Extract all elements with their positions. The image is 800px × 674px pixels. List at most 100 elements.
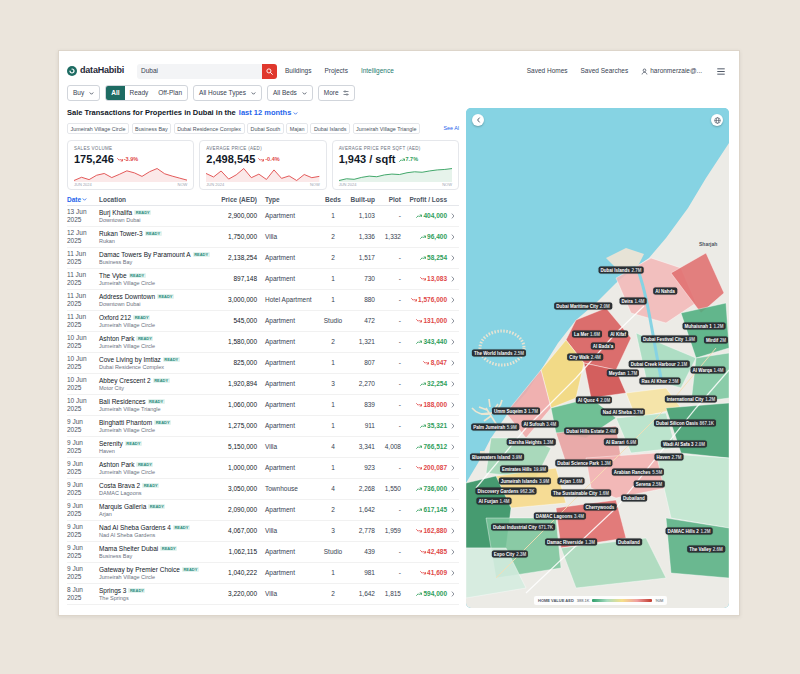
map-pin[interactable]: Emirates Hills19.9M [500,466,548,473]
area-chip[interactable]: Dubai Islands [310,123,350,134]
property-name[interactable]: Damac Towers By Paramount A [99,251,191,259]
period-dropdown[interactable]: last 12 months [239,107,299,118]
property-name[interactable]: Ashton Park [99,461,134,469]
map-pin[interactable]: Bluewaters Island3.9M [470,454,524,461]
map-pin[interactable]: Al Kifaf [608,331,628,338]
property-name[interactable]: Marquis Galleria [99,503,146,511]
map-pin[interactable]: Wadi Al Safa 32.0M [661,441,707,448]
map-pin[interactable]: Nad Al Sheba3.7M [601,409,645,416]
map-pin[interactable]: Muhaisnah 11.2M [683,323,726,330]
area-chip[interactable]: Dubai Residence Complex [174,123,245,134]
map-pin[interactable]: The Valley2.6M [687,546,725,553]
map-pin[interactable]: Dubai Hills Estate2.4M [564,428,618,435]
property-name[interactable]: Nad Al Sheba Gardens 4 [99,524,171,532]
map-pin[interactable]: International City1.2M [665,396,717,403]
map-pin[interactable]: Al Barari6.9M [604,439,638,446]
map-pin[interactable]: Ras Al Khor2.5M [639,378,680,385]
map-pin[interactable]: Dubai Industrial City671.7K [491,524,555,531]
map-pin[interactable]: Mirdif2M [704,337,728,344]
map-pin[interactable]: Discovery Gardens962.3K [475,488,536,495]
table-row[interactable]: 10 Jun2025Cove Living by ImtiazREADYDuba… [67,353,459,374]
filter-dropdown[interactable]: All House Types [193,85,262,101]
map-pin[interactable]: Umm Suqeim 31.7M [492,408,540,415]
property-name[interactable]: Bali Residences [99,398,146,406]
column-header[interactable]: Location [99,195,207,205]
property-name[interactable]: Binghatti Phantom [99,419,152,427]
table-row[interactable]: 9 Jun2025Nad Al Sheba Gardens 4READYNad … [67,521,459,542]
status-option[interactable]: Ready [125,86,154,100]
filter-dropdown[interactable]: All Beds [267,85,313,101]
property-name[interactable]: The Vybe [99,272,127,280]
table-row[interactable]: 13 Jun2025Burj KhalifaREADYDowntown Duba… [67,206,459,227]
map-pin[interactable]: DAMAC Hills 21.2M [666,528,713,535]
area-chip[interactable]: Jumeirah Village Triangle [353,123,420,134]
map-pin[interactable]: Dubai Science Park1.3M [555,460,612,467]
status-option[interactable]: Off-Plan [153,86,187,100]
map-pin[interactable]: Arjan1.6M [557,478,584,485]
table-row[interactable]: 9 Jun2025Marquis GalleriaREADYArjan2,090… [67,500,459,521]
area-chip[interactable]: Jumeirah Village Circle [67,123,129,134]
property-name[interactable]: Costa Brava 2 [99,482,140,490]
property-name[interactable]: Oxford 212 [99,314,131,322]
map-pin[interactable]: Jumeirah Islands3.9M [499,478,551,485]
map-pin[interactable]: Dubailand [621,495,647,502]
account-link[interactable]: Saved Homes [527,66,568,76]
search-field[interactable]: Dubai [137,64,262,79]
map-pin[interactable]: Cherrywoods [584,504,617,511]
table-row[interactable]: 9 Jun2025Costa Brava 2READYDAMAC Lagoons… [67,479,459,500]
area-chip[interactable]: Majan [286,123,308,134]
map-pin[interactable]: La Mer1.6M [572,331,602,338]
map-pin[interactable]: Dubai Maritime City2.0M [554,303,612,310]
map-pin[interactable]: Al Warqa1.4M [691,367,726,374]
map-pin[interactable]: Barsha Heights1.3M [507,439,556,446]
property-name[interactable]: Gateway by Premier Choice [99,566,180,574]
account-link[interactable]: Saved Searches [581,66,629,76]
map-pin[interactable]: Deira1.4M [620,298,647,305]
table-row[interactable]: 8 Jun2025Springs 3READYThe Springs3,220,… [67,584,459,605]
map-pin[interactable]: Al Furjan1.4M [476,498,511,505]
nav-link[interactable]: Buildings [285,66,311,76]
property-name[interactable]: Cove Living by Imtiaz [99,356,161,364]
search-button[interactable] [262,64,277,79]
menu-button[interactable] [717,68,725,75]
map-pin[interactable]: The World Islands2.5M [472,350,526,357]
map-pin[interactable]: Al Nahda [653,288,677,295]
table-row[interactable]: 12 Jun2025Rukan Tower-3READYRukan1,750,0… [67,227,459,248]
column-header[interactable]: Price (AED) [207,195,257,205]
map-pin[interactable]: The Sustainable City1.6M [551,490,611,497]
area-chip[interactable]: Dubai South [247,123,284,134]
table-row[interactable]: 9 Jun2025Binghatti PhantomREADYJumeirah … [67,416,459,437]
property-name[interactable]: Springs 3 [99,587,126,595]
map-style-button[interactable] [711,114,723,126]
map-pin[interactable]: Serena2.5M [634,481,665,488]
property-name[interactable]: Rukan Tower-3 [99,230,143,238]
see-all-link[interactable]: See Al [443,124,459,132]
map-pin[interactable]: Dubai Islands2.7M [599,267,644,274]
table-row[interactable]: 10 Jun2025Ashton ParkREADYJumeirah Villa… [67,332,459,353]
table-row[interactable]: 11 Jun2025Damac Towers By Paramount AREA… [67,248,459,269]
map[interactable]: SharjahDubai Islands2.7MAl NahdaDubai Ma… [466,108,729,608]
table-row[interactable]: 10 Jun2025Abbey Crescent 2READYMotor Cit… [67,374,459,395]
column-header[interactable]: Type [257,195,321,205]
nav-link[interactable]: Intelligence [361,66,394,76]
column-header[interactable]: Profit / Loss [401,195,447,205]
map-pin[interactable]: Al Bada'a [591,343,615,350]
status-option[interactable]: All [106,86,124,100]
deal-dropdown[interactable]: Buy [67,85,100,101]
map-pin[interactable]: DAMAC Lagoons3.4M [534,513,586,520]
map-pin[interactable]: Dubai Festival City1.9M [641,336,697,343]
column-header[interactable]: Built-up [345,195,375,205]
table-row[interactable]: 9 Jun2025SerenityREADYHaven5,150,000Vill… [67,437,459,458]
user-menu[interactable]: haronmerzaie@... [641,66,702,76]
map-pin[interactable]: Al Quoz 42.0M [576,397,612,404]
table-row[interactable]: 9 Jun2025Gateway by Premier ChoiceREADYJ… [67,563,459,584]
property-name[interactable]: Address Downtown [99,293,155,301]
table-row[interactable]: 11 Jun2025The VybeREADYJumeirah Village … [67,269,459,290]
property-name[interactable]: Abbey Crescent 2 [99,377,151,385]
map-pin[interactable]: Haven2.7M [654,454,683,461]
table-row[interactable]: 9 Jun2025Ashton ParkREADYJumeirah Villag… [67,458,459,479]
logo[interactable]: dataHabibi [67,64,124,78]
more-filters[interactable]: More [318,85,355,101]
area-chip[interactable]: Business Bay [132,123,172,134]
map-pin[interactable]: Dubai Silicon Oasis867.1K [654,420,716,427]
